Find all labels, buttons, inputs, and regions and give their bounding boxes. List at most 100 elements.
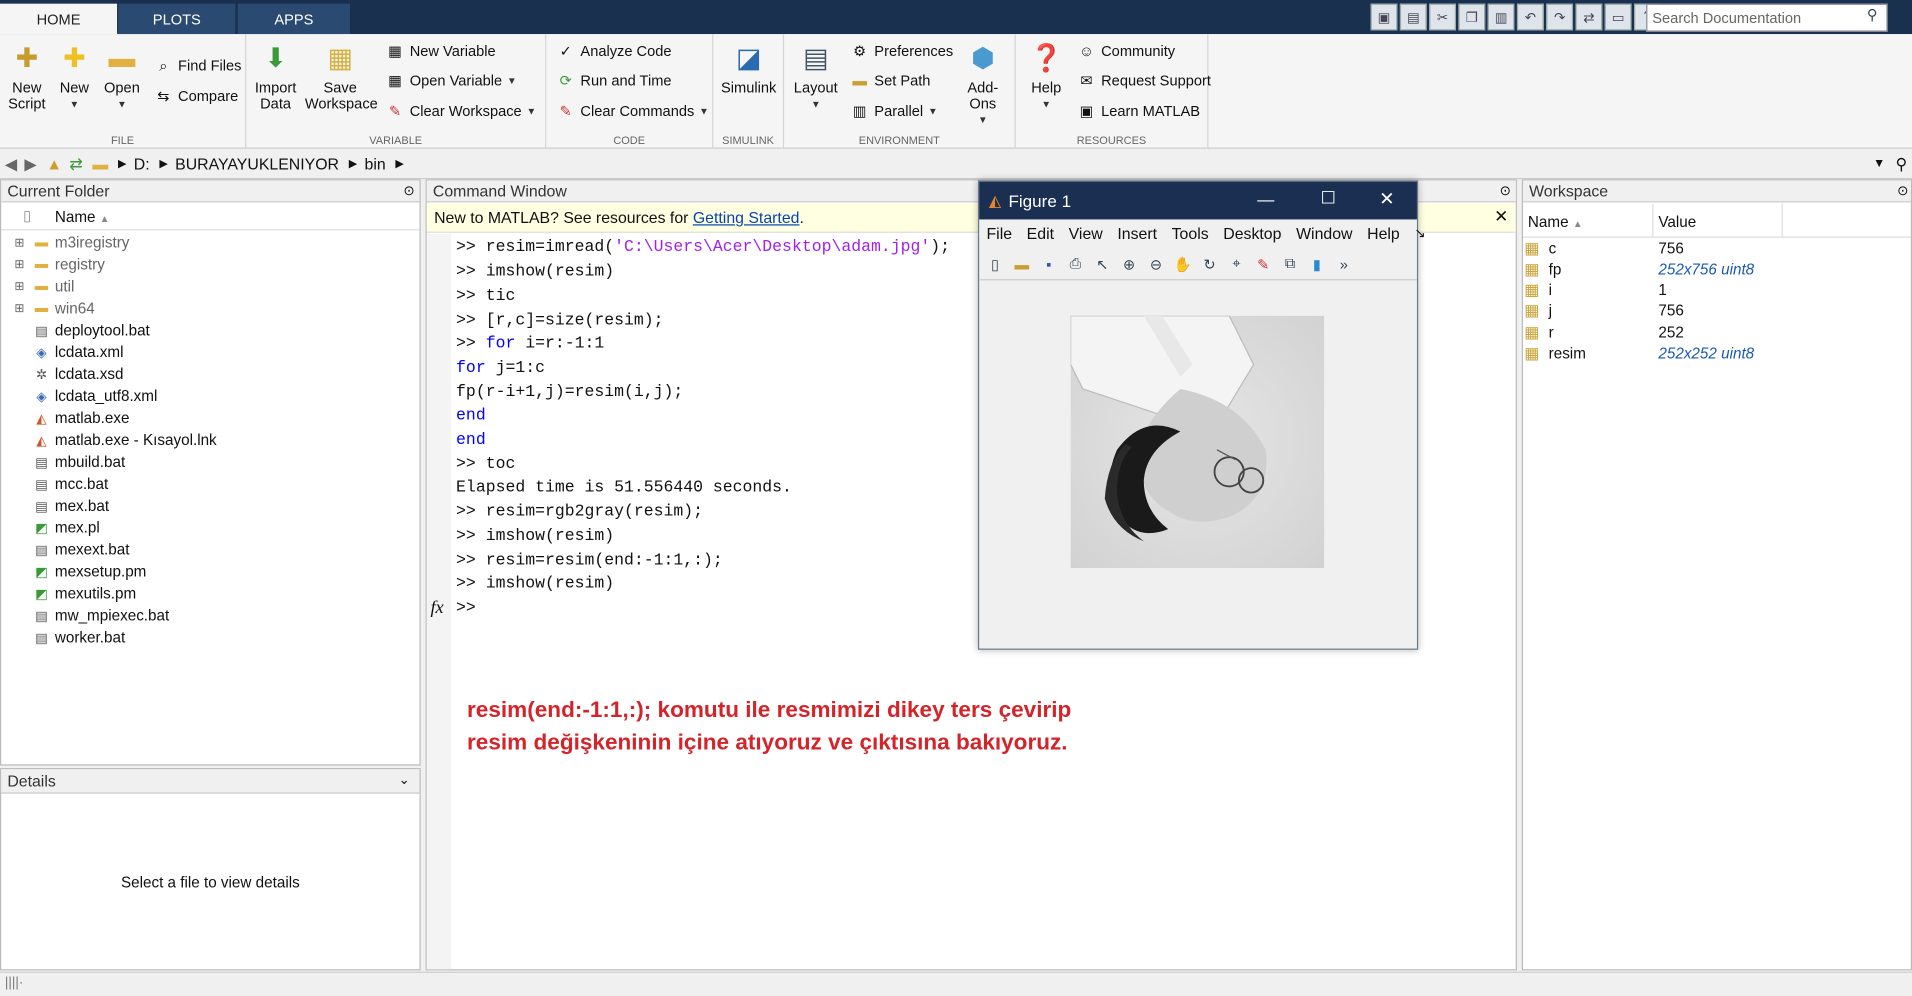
brush-icon[interactable]: ✎ [1252,253,1274,275]
preferences-button[interactable]: ⚙ Preferences [850,41,953,61]
expand-icon[interactable]: ⊞ [11,234,28,251]
folder-item[interactable]: ▤ mex.bat [11,497,109,514]
link-plot-icon[interactable]: ⧉ [1279,253,1301,275]
workspace-variable[interactable]: ▦ resim 252x252 uint8 [1524,343,1754,364]
folder-item[interactable]: ◭ matlab.exe [11,410,129,427]
panel-menu-icon[interactable]: ⊙ [1500,183,1511,199]
close-icon[interactable]: ✕ [1379,188,1394,210]
pan-icon[interactable]: ✋ [1172,253,1194,275]
learn-matlab-button[interactable]: ▣ Learn MATLAB [1077,101,1201,121]
open-button[interactable]: ▬ Open ▼ [100,39,144,112]
minimize-icon[interactable]: — [1257,189,1274,209]
open-variable-button[interactable]: ▦ Open Variable ▼ [385,71,517,91]
request-support-button[interactable]: ✉ Request Support [1077,71,1211,91]
import-data-button[interactable]: ⬇ Import Data [251,39,300,112]
folder-item[interactable]: ▤ mcc.bat [11,475,108,492]
new-script-button[interactable]: ✚ New Script [5,39,49,112]
figure-menu-desktop[interactable]: Desktop [1216,224,1289,242]
open-file-icon[interactable]: ▬ [1011,253,1033,275]
folder-item[interactable]: ▤ deploytool.bat [11,322,150,339]
figure-menu-edit[interactable]: Edit [1019,224,1061,242]
command-prompt[interactable]: >> [456,600,476,618]
save-icon[interactable]: ▤ [1399,3,1427,31]
forward-icon[interactable]: ▶ [24,154,36,174]
switch-windows-icon[interactable]: ⇄ [1575,3,1603,31]
breadcrumb-folder[interactable]: BURAYAYUKLENIYOR [175,155,339,173]
save-workspace-button[interactable]: ▦ Save Workspace [305,39,378,112]
desktop-icon[interactable]: ▣ [1370,3,1398,31]
layout-button[interactable]: ▤ Layout ▼ [791,39,840,112]
browse-folder-icon[interactable]: ⇄ [69,154,82,174]
tab-home[interactable]: HOME [0,3,118,35]
simulink-button[interactable]: ◪ Simulink [721,39,777,96]
folder-item[interactable]: ▤ worker.bat [11,629,125,646]
community-button[interactable]: ☺ Community [1077,41,1175,61]
back-icon[interactable]: ◀ [5,154,17,174]
set-path-button[interactable]: ▬ Set Path [850,71,930,91]
redo-icon[interactable]: ↷ [1546,3,1574,31]
figure-window[interactable]: ◭ Figure 1 — ☐ ✕ File Edit View Insert Tools… [977,180,1426,650]
save-icon[interactable]: ▪ [1038,253,1060,275]
figure-menu-file[interactable]: File [979,224,1019,242]
folder-item[interactable]: ▤ mw_mpiexec.bat [11,607,169,624]
colorbar-icon[interactable]: ▮ [1306,253,1328,275]
print-icon[interactable]: ⎙ [1065,253,1087,275]
cut-icon[interactable]: ✂ [1429,3,1456,31]
folder-item[interactable]: ▤ mexext.bat [11,541,129,558]
getting-started-link[interactable]: Getting Started [693,208,800,226]
clear-commands-button[interactable]: ✎ Clear Commands ▼ [556,101,709,121]
paste-icon[interactable]: ▥ [1487,3,1515,31]
undo-icon[interactable]: ↶ [1516,3,1544,31]
folder-item[interactable]: ◈ lcdata_utf8.xml [11,388,157,405]
menu-overflow-icon[interactable]: ↘ [1414,225,1425,241]
analyze-code-button[interactable]: ✓ Analyze Code [556,41,672,61]
help-button[interactable]: ❓ Help ▼ [1026,39,1067,112]
workspace-variable[interactable]: ▦ c 756 [1524,238,1684,259]
new-variable-button[interactable]: ▦ New Variable [385,41,495,61]
folder-item[interactable]: ✲ lcdata.xsd [11,366,124,383]
column-name[interactable]: Name ▲ [55,208,110,225]
chevron-down-icon[interactable]: ⌄ [398,772,409,788]
folder-item[interactable]: ◈ lcdata.xml [11,344,123,361]
folder-item[interactable]: ⊞ ▬ registry [11,256,104,273]
parallel-button[interactable]: ▥ Parallel ▼ [850,101,938,121]
figure-menu-help[interactable]: Help [1360,224,1407,242]
new-figure-icon[interactable]: ▯ [984,253,1006,275]
figure-menu-tools[interactable]: Tools [1164,224,1216,242]
workspace-variable[interactable]: ▦ fp 252x756 uint8 [1524,259,1754,280]
workspace-variable[interactable]: ▦ i 1 [1524,280,1667,301]
zoom-in-icon[interactable]: ⊕ [1118,253,1140,275]
breadcrumb-drive[interactable]: D: [134,155,150,173]
workspace-variable[interactable]: ▦ j 756 [1524,301,1684,322]
folder-item[interactable]: ▤ mbuild.bat [11,454,125,471]
folder-column-header[interactable]: ▯ Name ▲ [1,204,420,231]
workspace-variable[interactable]: ▦ r 252 [1524,322,1684,343]
layout-icon[interactable]: ▭ [1604,3,1632,31]
function-browser-icon[interactable]: fx [430,599,443,620]
path-dropdown-icon[interactable]: ▼ [1873,157,1885,170]
search-documentation-input[interactable]: Search Documentation [1646,3,1888,32]
tab-plots[interactable]: PLOTS [118,3,236,35]
search-folder-icon[interactable]: ⚲ [1896,154,1908,174]
expand-icon[interactable]: ⊞ [11,300,28,317]
tab-apps[interactable]: APPS [237,3,350,35]
figure-titlebar[interactable]: ◭ Figure 1 — ☐ ✕ [979,181,1417,220]
add-ons-button[interactable]: ⬢ Add-Ons ▼ [955,39,1011,128]
find-files-button[interactable]: ⌕ Find Files [154,56,241,76]
zoom-out-icon[interactable]: ⊖ [1145,253,1167,275]
panel-menu-icon[interactable]: ⊙ [403,183,414,199]
breadcrumb-bin[interactable]: bin [365,155,386,173]
folder-item[interactable]: ⊞ ▬ m3iregistry [11,234,129,251]
up-folder-icon[interactable]: ▲ [46,155,62,173]
folder-item[interactable]: ⊞ ▬ win64 [11,300,94,317]
figure-menu-window[interactable]: Window [1289,224,1360,242]
column-name[interactable]: Name ▲ [1528,213,1583,230]
panel-menu-icon[interactable]: ⊙ [1897,183,1908,199]
copy-icon[interactable]: ❐ [1458,3,1486,31]
expand-icon[interactable]: ⊞ [11,256,28,273]
data-cursor-icon[interactable]: ⌖ [1225,253,1247,275]
search-icon[interactable]: ⚲ [1867,6,1878,23]
expand-icon[interactable]: ⊞ [11,278,28,295]
pointer-icon[interactable]: ↖ [1091,253,1113,275]
folder-item[interactable]: ◭ matlab.exe - Kısayol.lnk [11,432,217,449]
